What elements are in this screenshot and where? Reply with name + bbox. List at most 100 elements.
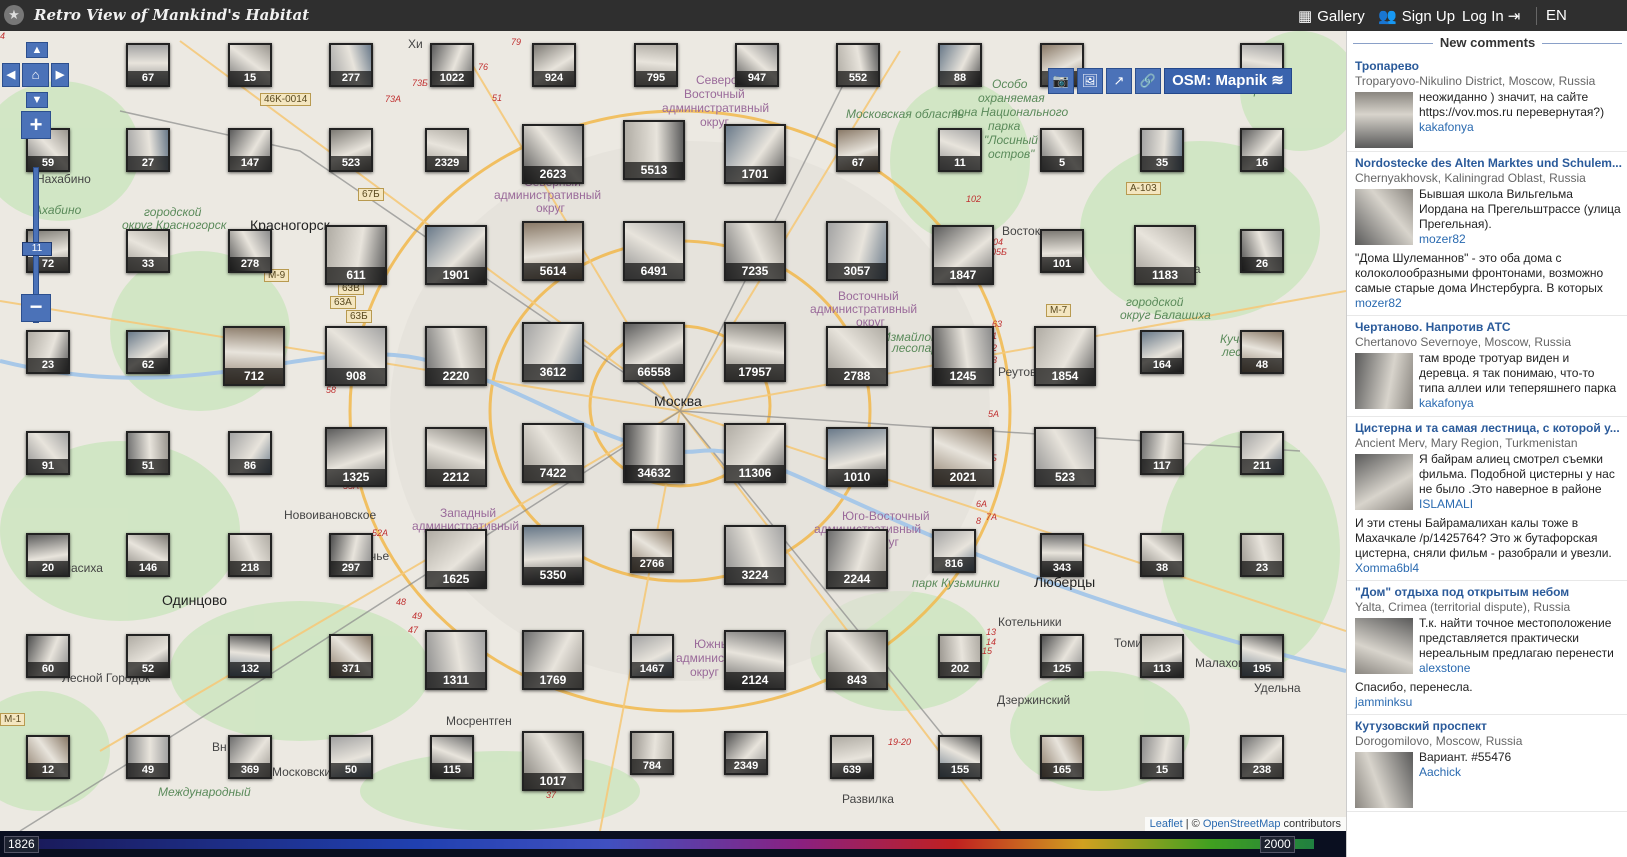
photo-cluster[interactable]: 147 <box>228 128 272 172</box>
comment-author[interactable]: Aachick <box>1419 765 1622 780</box>
photo-cluster[interactable]: 132 <box>228 634 272 678</box>
photo-cluster[interactable]: 125 <box>1040 634 1084 678</box>
pan-left-button[interactable]: ◀ <box>2 63 20 87</box>
photo-cluster[interactable]: 52 <box>126 634 170 678</box>
photo-cluster[interactable]: 60 <box>26 634 70 678</box>
photo-cluster[interactable]: 2623 <box>522 124 584 184</box>
photo-cluster[interactable]: 3612 <box>522 322 584 382</box>
comment-author[interactable]: mozer82 <box>1419 232 1622 247</box>
photo-cluster[interactable]: 1311 <box>425 630 487 690</box>
photo-cluster[interactable]: 146 <box>126 533 170 577</box>
image-tool-button[interactable]: 🖼 <box>1077 68 1103 94</box>
comment-photo-thumbnail[interactable] <box>1355 189 1413 245</box>
zoom-in-button[interactable]: + <box>21 111 51 139</box>
photo-cluster[interactable]: 371 <box>329 634 373 678</box>
photo-cluster[interactable]: 33 <box>126 229 170 273</box>
photo-cluster[interactable]: 48 <box>1240 330 1284 374</box>
photo-cluster[interactable]: 1010 <box>826 427 888 487</box>
comment-photo-thumbnail[interactable] <box>1355 618 1413 674</box>
photo-cluster[interactable]: 202 <box>938 634 982 678</box>
comment-photo-title[interactable]: "Дом" отдыха под открытым небом <box>1355 585 1622 599</box>
photo-cluster[interactable]: 7422 <box>522 423 584 483</box>
photo-cluster[interactable]: 908 <box>325 326 387 386</box>
photo-cluster[interactable]: 3224 <box>724 525 786 585</box>
comment-photo-title[interactable]: Кутузовский проспект <box>1355 719 1622 733</box>
photo-cluster[interactable]: 1022 <box>430 43 474 87</box>
photo-cluster[interactable]: 27 <box>126 128 170 172</box>
comment-photo-thumbnail[interactable] <box>1355 454 1413 510</box>
pan-right-button[interactable]: ▶ <box>51 63 69 87</box>
timeline-gradient[interactable] <box>30 839 1314 849</box>
photo-cluster[interactable]: 1847 <box>932 225 994 285</box>
comment-photo-title[interactable]: Nordostecke des Alten Marktes und Schule… <box>1355 156 1622 170</box>
comment-photo-title[interactable]: Тропарево <box>1355 59 1622 73</box>
photo-cluster[interactable]: 1625 <box>425 529 487 589</box>
reply-author[interactable]: jamminksu <box>1355 695 1622 709</box>
photo-cluster[interactable]: 2244 <box>826 529 888 589</box>
comment-photo-thumbnail[interactable] <box>1355 752 1413 808</box>
photo-cluster[interactable]: 91 <box>26 431 70 475</box>
photo-cluster[interactable]: 297 <box>329 533 373 577</box>
comment-photo-title[interactable]: Цистерна и та самая лестница, с которой … <box>1355 421 1622 435</box>
photo-cluster[interactable]: 843 <box>826 630 888 690</box>
home-button[interactable]: ⌂ <box>22 63 49 87</box>
photo-cluster[interactable]: 23 <box>1240 533 1284 577</box>
photo-cluster[interactable]: 51 <box>126 431 170 475</box>
photo-cluster[interactable]: 795 <box>634 43 678 87</box>
photo-cluster[interactable]: 67 <box>836 128 880 172</box>
photo-cluster[interactable]: 49 <box>126 735 170 779</box>
comment-author[interactable]: kakafonya <box>1419 396 1622 411</box>
photo-cluster[interactable]: 1183 <box>1134 225 1196 285</box>
comment-photo-title[interactable]: Чертаново. Напротив АТС <box>1355 320 1622 334</box>
photo-cluster[interactable]: 784 <box>630 731 674 775</box>
photo-cluster[interactable]: 552 <box>836 43 880 87</box>
photo-cluster[interactable]: 12 <box>26 735 70 779</box>
photo-cluster[interactable]: 211 <box>1240 431 1284 475</box>
photo-cluster[interactable]: 113 <box>1140 634 1184 678</box>
photo-cluster[interactable]: 5513 <box>623 120 685 180</box>
pan-up-button[interactable]: ▲ <box>26 42 48 58</box>
photo-cluster[interactable]: 86 <box>228 431 272 475</box>
gallery-link[interactable]: ▦ Gallery <box>1298 7 1365 25</box>
zoom-out-button[interactable]: − <box>21 294 51 322</box>
leaflet-link[interactable]: Leaflet <box>1150 818 1183 830</box>
photo-cluster[interactable]: 1467 <box>630 634 674 678</box>
photo-cluster[interactable]: 26 <box>1240 229 1284 273</box>
photo-cluster[interactable]: 67 <box>126 43 170 87</box>
photo-cluster[interactable]: 523 <box>329 128 373 172</box>
photo-cluster[interactable]: 2212 <box>425 427 487 487</box>
photo-cluster[interactable]: 2329 <box>425 128 469 172</box>
link-tool-button[interactable]: 🔗 <box>1135 68 1161 94</box>
photo-cluster[interactable]: 66558 <box>623 322 685 382</box>
photo-cluster[interactable]: 2766 <box>630 529 674 573</box>
comment-author[interactable]: ISLAMALI <box>1419 497 1622 512</box>
photo-cluster[interactable]: 101 <box>1040 229 1084 273</box>
photo-cluster[interactable]: 1854 <box>1034 326 1096 386</box>
signup-link[interactable]: 👥 Sign Up <box>1378 7 1455 25</box>
comment-author[interactable]: alexstone <box>1419 661 1622 676</box>
photo-cluster[interactable]: 2220 <box>425 326 487 386</box>
photo-cluster[interactable]: 164 <box>1140 330 1184 374</box>
photo-cluster[interactable]: 1245 <box>932 326 994 386</box>
camera-tool-button[interactable]: 📷 <box>1048 68 1074 94</box>
photo-cluster[interactable]: 277 <box>329 43 373 87</box>
share-tool-button[interactable]: ↗ <box>1106 68 1132 94</box>
photo-cluster[interactable]: 611 <box>325 225 387 285</box>
reply-author[interactable]: mozer82 <box>1355 296 1622 310</box>
photo-cluster[interactable]: 1701 <box>724 124 786 184</box>
photo-cluster[interactable]: 35 <box>1140 128 1184 172</box>
photo-cluster[interactable]: 639 <box>830 735 874 779</box>
photo-cluster[interactable]: 5614 <box>522 221 584 281</box>
photo-cluster[interactable]: 20 <box>26 533 70 577</box>
photo-cluster[interactable]: 1017 <box>522 731 584 791</box>
photo-cluster[interactable]: 16 <box>1240 128 1284 172</box>
photo-cluster[interactable]: 23 <box>26 330 70 374</box>
photo-cluster[interactable]: 155 <box>938 735 982 779</box>
photo-cluster[interactable]: 1901 <box>425 225 487 285</box>
reply-author[interactable]: Xomma6bl4 <box>1355 561 1622 575</box>
photo-cluster[interactable]: 816 <box>932 529 976 573</box>
photo-cluster[interactable]: 7235 <box>724 221 786 281</box>
photo-cluster[interactable]: 2124 <box>724 630 786 690</box>
photo-cluster[interactable]: 15 <box>228 43 272 87</box>
language-switch[interactable]: EN <box>1546 7 1567 24</box>
